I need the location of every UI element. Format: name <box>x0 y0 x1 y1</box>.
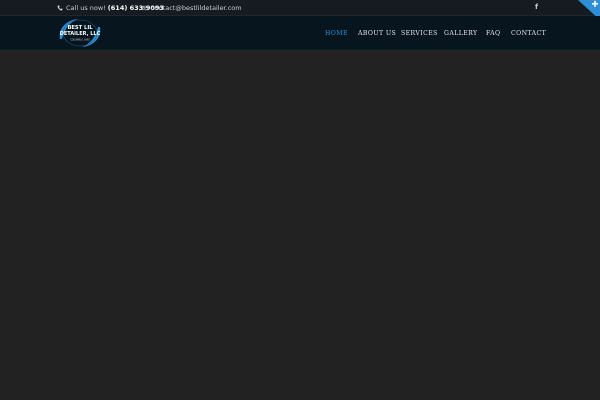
nav-faq[interactable]: FAQ <box>486 30 501 38</box>
phone-icon <box>57 5 63 11</box>
email-contact[interactable]: contact@bestlildetailer.com <box>142 4 242 12</box>
phone-prefix: Call us now! <box>66 4 106 12</box>
logo-tagline: COLUMBUS, OHIO <box>70 39 90 42</box>
top-bar: Call us now! (614) 633-9093 contact@best… <box>0 0 600 20</box>
nav-services[interactable]: SERVICES <box>401 30 438 38</box>
nav-about-us[interactable]: ABOUT US <box>358 30 396 38</box>
nav-home[interactable]: HOME <box>325 30 348 38</box>
nav-contact[interactable]: CONTACT <box>511 30 546 38</box>
email-address[interactable]: contact@bestlildetailer.com <box>151 4 242 12</box>
site-logo[interactable]: BEST LIL DETAILER, LLC COLUMBUS, OHIO <box>56 17 104 49</box>
page-content <box>0 51 600 400</box>
logo-line-2: DETAILER, LLC <box>60 31 101 37</box>
main-navbar: BEST LIL DETAILER, LLC COLUMBUS, OHIO HO… <box>0 16 600 50</box>
facebook-icon[interactable]: f <box>535 3 538 12</box>
logo-emblem: BEST LIL DETAILER, LLC COLUMBUS, OHIO <box>59 19 101 47</box>
envelope-icon <box>142 5 148 11</box>
nav-gallery[interactable]: GALLERY <box>444 30 478 38</box>
